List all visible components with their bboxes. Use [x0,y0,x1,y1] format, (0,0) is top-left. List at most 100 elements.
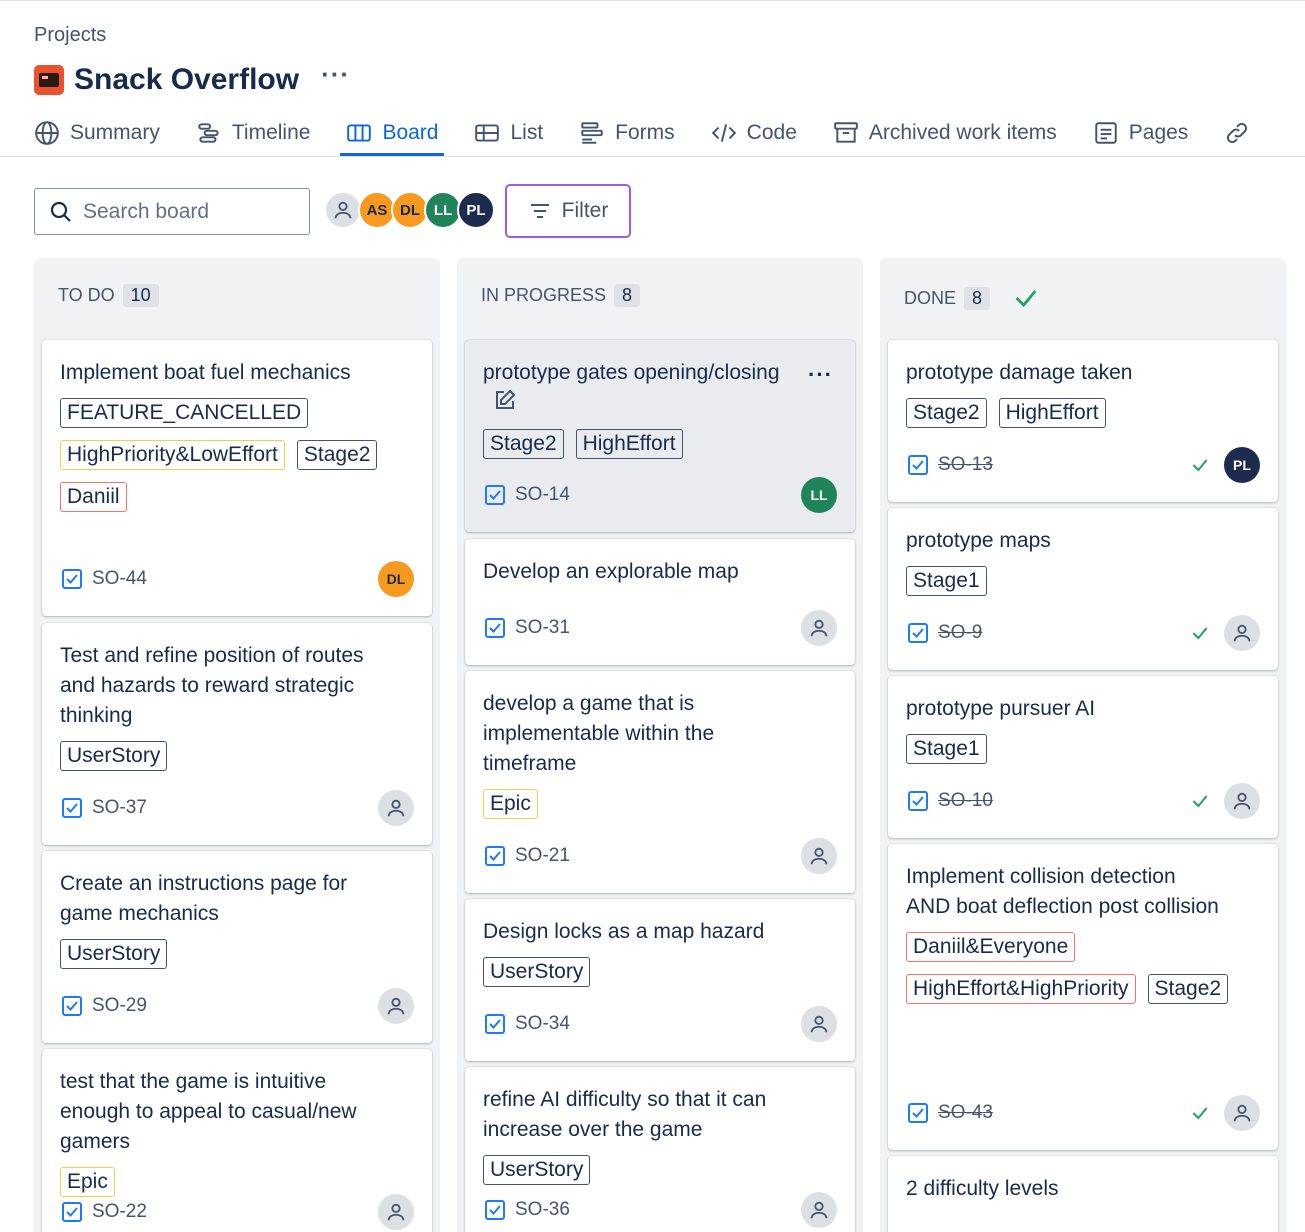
unassigned-avatar[interactable] [378,988,414,1024]
issue-key[interactable]: SO-22 [92,1201,147,1223]
card-footer-right [801,1192,837,1228]
issue-card[interactable]: 2 difficulty levels [888,1156,1278,1232]
issue-card[interactable]: Design locks as a map hazard UserStory SO-… [465,899,855,1061]
edit-icon[interactable] [493,388,517,412]
issue-key[interactable]: SO-37 [92,797,147,819]
filter-icon [530,204,549,218]
unassigned-avatar[interactable] [378,790,414,826]
card-title: Create an instructions page for game mec… [60,869,414,929]
unassigned-avatar[interactable] [801,610,837,646]
unassigned-avatar[interactable] [1224,1095,1260,1131]
label-tag[interactable]: HighEffort [575,429,683,459]
board-column-in-progress: IN PROGRESS 8 prototype gates opening/clos… [457,258,863,1232]
label-tag[interactable]: UserStory [60,939,168,969]
card-title: prototype gates opening/closing [483,358,837,419]
card-footer: SO-34 [483,1005,837,1043]
issue-card[interactable]: test that the game is intuitive enough t… [42,1049,432,1232]
issue-key[interactable]: SO-31 [515,617,570,639]
tab-archived-work-items[interactable]: Archived work items [833,110,1057,156]
assignee-avatar[interactable]: PL [1224,447,1260,483]
search-input[interactable] [83,199,283,224]
label-tag[interactable]: HighEffort&HighPriority [906,974,1136,1004]
label-tag[interactable]: Stage2 [483,429,564,459]
unassigned-avatar[interactable] [801,1192,837,1228]
project-tabs: Summary Timeline Board List Forms Code A… [34,110,1296,156]
tab-link[interactable] [1224,110,1260,156]
label-tag[interactable]: Daniil [60,482,127,512]
issue-key[interactable]: SO-21 [515,845,570,867]
member-avatar[interactable]: PL [457,191,495,229]
issue-card[interactable]: refine AI difficulty so that it can incr… [465,1067,855,1232]
issue-card[interactable]: Implement collision detection AND boat d… [888,844,1278,1150]
issue-key[interactable]: SO-29 [92,995,147,1017]
assignee-avatar[interactable]: LL [801,477,837,513]
unassigned-avatar[interactable] [1224,615,1260,651]
label-tag[interactable]: Stage2 [1147,974,1229,1004]
avatar-initials: AS [366,201,388,219]
card-title-text: Implement collision detection AND boat d… [906,865,1219,918]
unassigned-avatar[interactable] [378,1194,414,1230]
tab-timeline[interactable]: Timeline [196,110,310,156]
issue-card[interactable]: develop a game that is implementable wit… [465,671,855,893]
issue-card[interactable]: prototype gates opening/closing ··· Stage2… [465,340,855,532]
tab-list[interactable]: List [474,110,543,156]
issue-card[interactable]: prototype damage taken Stage2 HighEffort SO… [888,340,1278,502]
label-tag[interactable]: Stage2 [906,398,987,428]
card-footer-right [801,1006,837,1042]
label-tag[interactable]: Stage1 [906,734,987,764]
project-more-button[interactable]: ··· [321,61,350,87]
issue-key[interactable]: SO-36 [515,1199,570,1221]
issue-key[interactable]: SO-14 [515,484,570,506]
avatar-initials: LL [433,201,453,219]
assignee-avatar[interactable]: DL [378,561,414,597]
label-tag[interactable]: FEATURE_CANCELLED [60,398,309,428]
breadcrumb[interactable]: Projects [34,24,106,47]
label-tag[interactable]: HighPriority&LowEffort [60,440,285,470]
tab-summary[interactable]: Summary [34,110,160,156]
unassigned-avatar[interactable] [1224,783,1260,819]
issue-card[interactable]: Implement boat fuel mechanics FEATURE_CAN… [42,340,432,616]
avatar-initials: PL [1233,457,1251,473]
search-board-field[interactable] [34,188,310,235]
tab-forms[interactable]: Forms [579,110,675,156]
unassigned-avatar[interactable] [801,1006,837,1042]
board-icon [347,124,372,142]
card-footer-right [1190,1095,1260,1131]
issue-key[interactable]: SO-43 [938,1102,993,1124]
issue-card[interactable]: prototype maps Stage1 SO-9 [888,508,1278,670]
issue-key[interactable]: SO-44 [92,568,147,590]
column-done-check-icon [1015,290,1037,308]
avatar-initials: LL [810,487,828,503]
card-labels: Daniil&Everyone HighEffort&HighPriority St… [906,932,1260,1016]
label-tag[interactable]: Stage2 [296,440,378,470]
issue-card[interactable]: Develop an explorable map SO-31 [465,539,855,665]
label-tag[interactable]: UserStory [60,741,168,771]
issue-key[interactable]: SO-10 [938,790,993,812]
tab-board[interactable]: Board [340,110,445,156]
label-tag[interactable]: Stage1 [906,566,987,596]
issue-card[interactable]: Create an instructions page for game mec… [42,851,432,1043]
issue-card[interactable]: prototype pursuer AI Stage1 SO-10 [888,676,1278,838]
tab-pages[interactable]: Pages [1093,110,1188,156]
column-header: TO DO 10 [58,284,159,307]
label-tag[interactable]: UserStory [483,1155,591,1185]
card-title: refine AI difficulty so that it can incr… [483,1085,837,1145]
label-tag[interactable]: HighEffort [998,398,1106,428]
issue-key[interactable]: SO-13 [938,454,993,476]
tab-label: Forms [615,121,675,144]
card-footer: SO-22 [60,1193,414,1231]
unassigned-avatar[interactable] [324,191,362,229]
tab-label: Summary [70,121,160,144]
issue-card[interactable]: Test and refine position of routes and h… [42,623,432,845]
card-title-text: prototype maps [906,529,1051,552]
card-title-text: prototype damage taken [906,361,1133,384]
tab-code[interactable]: Code [711,110,797,156]
card-more-button[interactable]: ··· [808,362,833,388]
label-tag[interactable]: Daniil&Everyone [906,932,1076,962]
unassigned-avatar[interactable] [801,838,837,874]
label-tag[interactable]: UserStory [483,957,591,987]
issue-key[interactable]: SO-34 [515,1013,570,1035]
issue-key[interactable]: SO-9 [938,622,982,644]
filter-button[interactable]: Filter [505,184,631,238]
label-tag[interactable]: Epic [483,789,538,819]
